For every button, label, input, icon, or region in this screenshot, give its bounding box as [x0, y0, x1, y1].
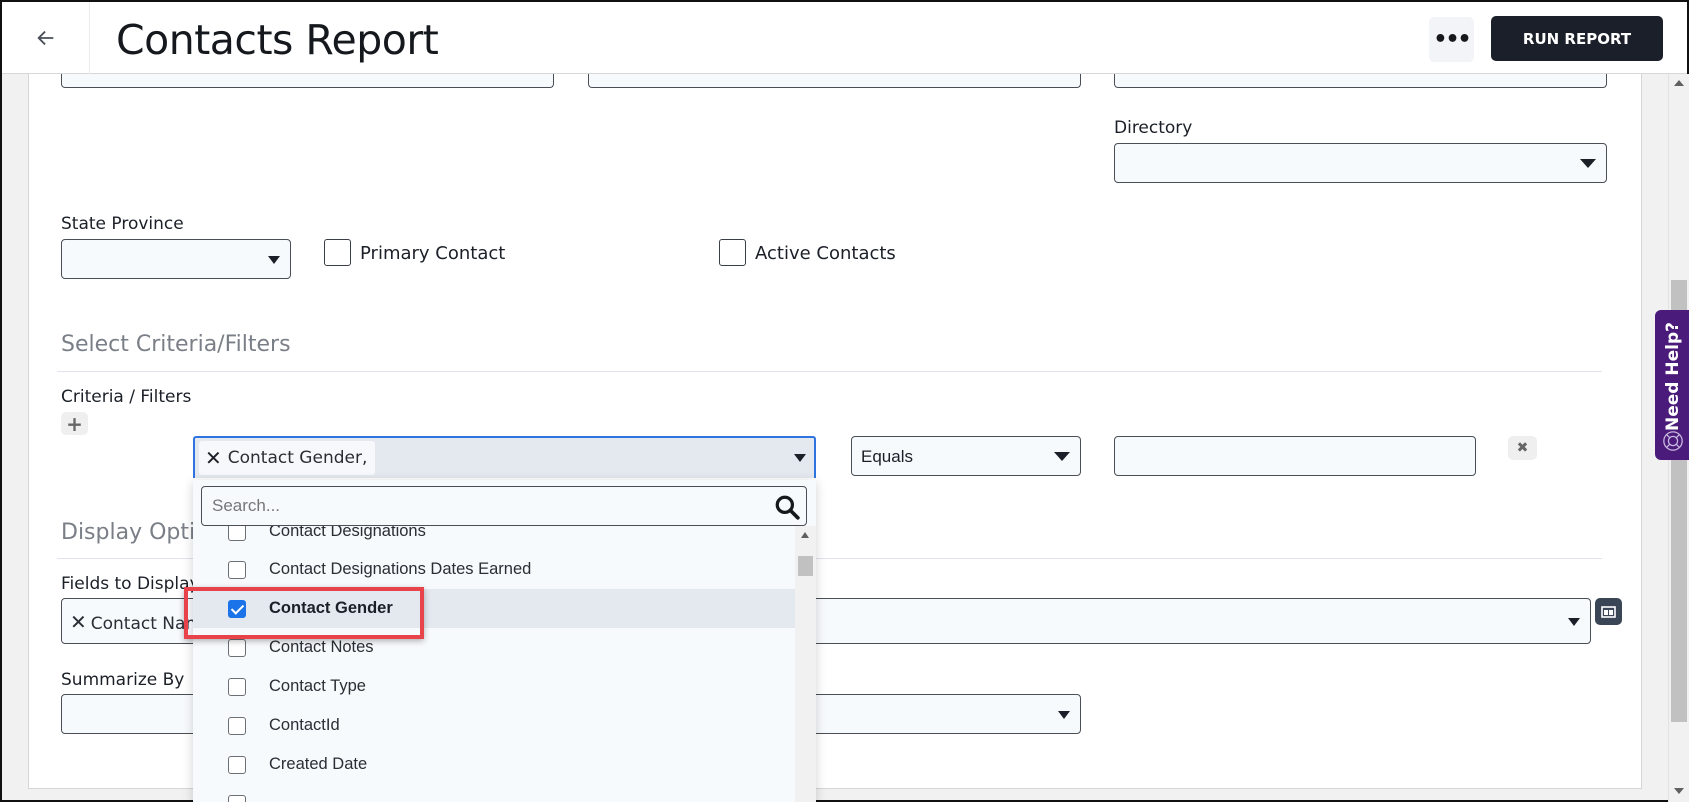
criteria-value-input[interactable] — [1114, 436, 1476, 476]
dropdown-option[interactable] — [193, 784, 795, 802]
need-help-tab[interactable]: Need Help? — [1655, 310, 1689, 460]
criteria-filters-label: Criteria / Filters — [61, 387, 192, 407]
chevron-down-icon[interactable] — [794, 454, 806, 462]
criteria-divider — [57, 371, 1602, 372]
back-button[interactable] — [2, 2, 90, 74]
operator-value: Equals — [861, 447, 913, 466]
scroll-up-icon[interactable] — [801, 532, 809, 538]
option-checkbox[interactable] — [228, 755, 246, 774]
criteria-field-select[interactable]: ✕ Contact Gender, — [193, 436, 816, 478]
primary-contact-label: Primary Contact — [360, 243, 506, 264]
page-header: Contacts Report ••• RUN REPORT — [2, 2, 1687, 74]
highlight-annotation — [184, 587, 424, 639]
scroll-up-icon[interactable] — [1674, 80, 1684, 86]
fields-to-display-label: Fields to Display — [61, 574, 200, 594]
summarize-by-label: Summarize By — [61, 670, 185, 690]
page-title: Contacts Report — [116, 16, 439, 64]
option-label: Contact Designations Dates Earned — [269, 560, 532, 578]
option-label: Contact Notes — [269, 638, 374, 656]
remove-criteria-button[interactable]: ✖ — [1508, 436, 1537, 460]
search-icon — [775, 495, 800, 520]
directory-label: Directory — [1114, 118, 1193, 138]
option-checkbox[interactable] — [228, 794, 246, 802]
chevron-down-icon — [1054, 452, 1070, 461]
chevron-down-icon — [1568, 618, 1580, 626]
active-contacts-label: Active Contacts — [755, 243, 896, 264]
chevron-down-icon — [1058, 711, 1070, 719]
close-icon: ✖ — [1516, 440, 1529, 456]
dropdown-options-list: Contact Designations Contact Designation… — [193, 526, 795, 802]
dropdown-scrollbar[interactable] — [795, 526, 816, 802]
arrow-left-icon — [36, 30, 53, 46]
criteria-field-chip: ✕ Contact Gender, — [199, 441, 376, 475]
active-contacts-checkbox[interactable] — [719, 239, 746, 266]
remove-chip-icon[interactable]: ✕ — [70, 610, 87, 634]
option-checkbox[interactable] — [228, 638, 246, 657]
operator-select[interactable]: Equals — [851, 436, 1081, 476]
dropdown-option[interactable]: ContactId — [193, 706, 795, 745]
chevron-down-icon — [268, 256, 280, 264]
state-province-label: State Province — [61, 214, 184, 234]
criteria-field-chip-label: Contact Gender, — [227, 448, 368, 468]
dropdown-scroll-thumb[interactable] — [798, 556, 813, 576]
dropdown-option[interactable]: Created Date — [193, 745, 795, 784]
state-province-select[interactable] — [61, 239, 291, 279]
need-help-label: Need Help? — [1663, 322, 1683, 431]
run-report-button[interactable]: RUN REPORT — [1491, 16, 1663, 61]
option-checkbox[interactable] — [228, 677, 246, 696]
dropdown-option[interactable]: Contact Designations Dates Earned — [193, 550, 795, 589]
chevron-down-icon — [1580, 159, 1596, 168]
criteria-section-title: Select Criteria/Filters — [61, 332, 291, 357]
dropdown-option[interactable]: Contact Type — [193, 667, 795, 706]
option-label: Contact Designations — [269, 526, 426, 540]
add-criteria-button[interactable]: + — [61, 411, 88, 436]
option-checkbox[interactable] — [228, 560, 246, 579]
dropdown-search-input[interactable]: Search... — [201, 486, 807, 526]
lifebuoy-icon — [1663, 431, 1683, 451]
option-label: Contact Type — [269, 677, 366, 695]
option-label: Created Date — [269, 755, 368, 773]
directory-select[interactable] — [1114, 143, 1607, 183]
option-checkbox[interactable] — [228, 526, 246, 541]
dropdown-option[interactable]: Contact Designations — [193, 526, 795, 551]
criteria-field-dropdown: Search... Contact Designations Contact D… — [193, 480, 816, 802]
more-options-button[interactable]: ••• — [1429, 17, 1474, 62]
columns-button[interactable] — [1595, 598, 1622, 625]
option-checkbox[interactable] — [228, 716, 246, 735]
remove-chip-icon[interactable]: ✕ — [205, 446, 222, 470]
search-placeholder: Search... — [212, 496, 281, 515]
option-label: ContactId — [269, 716, 340, 734]
primary-contact-checkbox[interactable] — [324, 239, 351, 266]
plus-icon: + — [66, 411, 83, 436]
columns-icon — [1601, 605, 1616, 618]
scroll-down-icon[interactable] — [1674, 788, 1684, 794]
